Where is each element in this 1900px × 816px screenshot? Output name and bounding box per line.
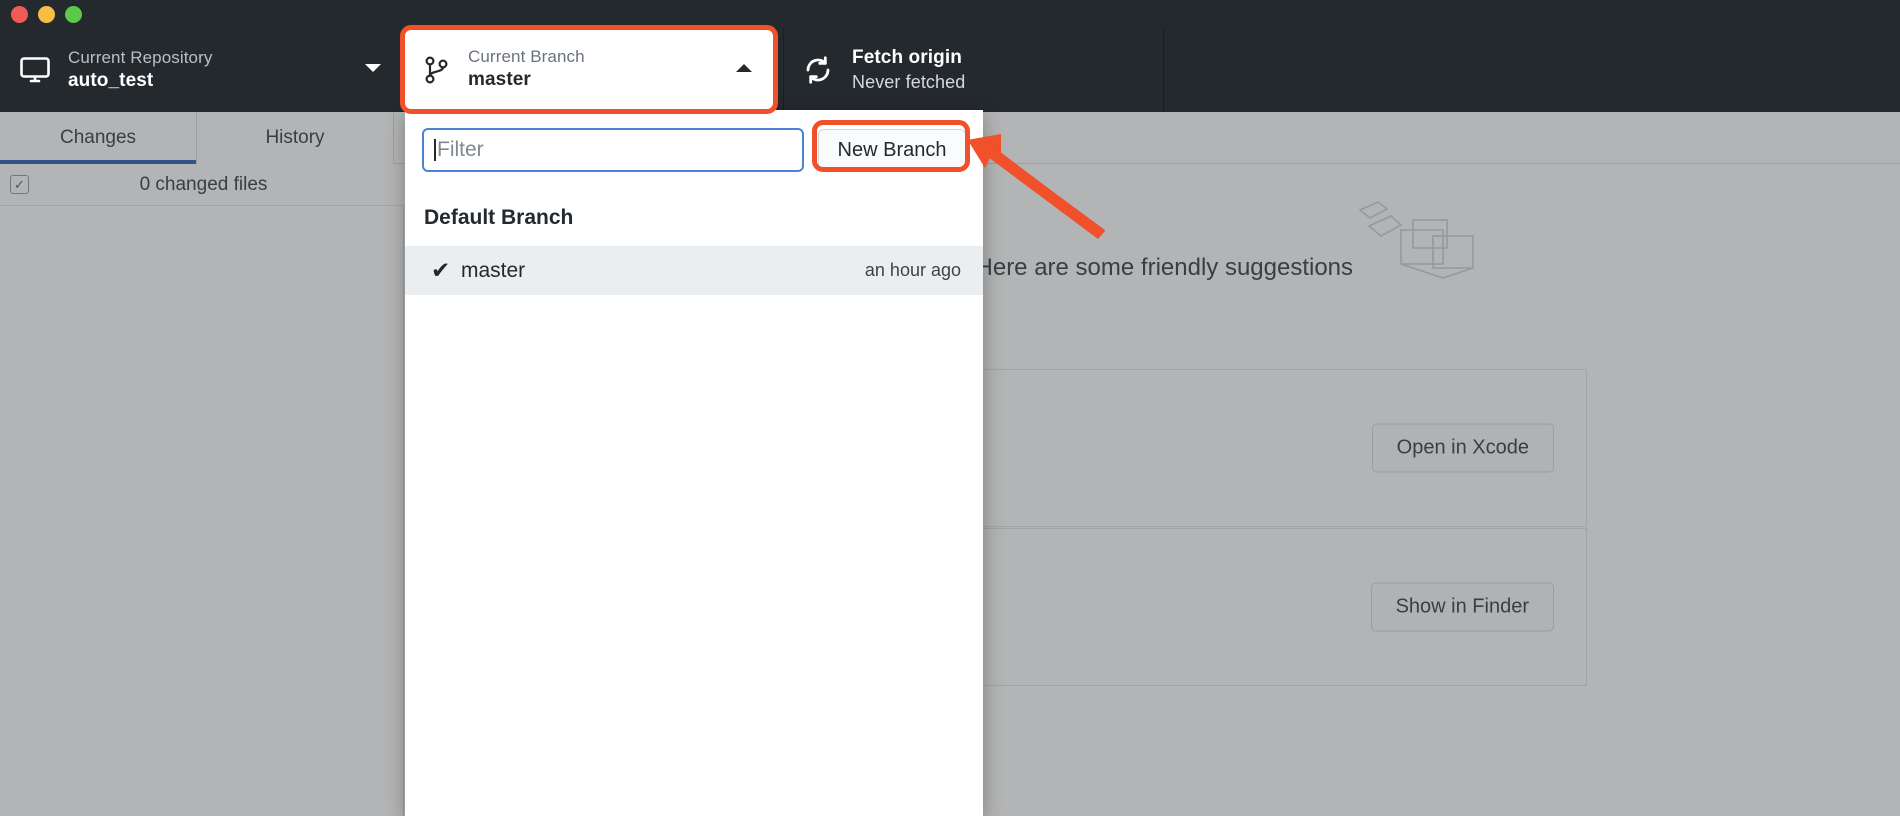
- current-repository-text: Current Repository auto_test: [68, 47, 212, 93]
- current-repository-label: Current Repository: [68, 47, 213, 67]
- chevron-down-icon: [363, 61, 383, 79]
- branch-filter-input[interactable]: Filter: [422, 128, 804, 172]
- toolbar-empty-area: [1164, 28, 1900, 112]
- repository-monitor-icon: [20, 57, 50, 83]
- branch-updated-time: an hour ago: [864, 260, 961, 280]
- minimize-window-icon[interactable]: [38, 5, 55, 23]
- current-branch-button[interactable]: Current Branch master: [404, 29, 774, 110]
- current-repository-value: auto_test: [68, 69, 154, 91]
- branch-icon: [424, 55, 450, 85]
- fetch-origin-status: Never fetched: [852, 71, 966, 92]
- fetch-origin-button[interactable]: Fetch origin Never fetched: [784, 28, 1164, 112]
- new-branch-button[interactable]: New Branch: [818, 129, 966, 171]
- macos-titlebar: [0, 0, 1900, 28]
- text-cursor-icon: [434, 139, 436, 161]
- app-toolbar: Current Repository auto_test Fetch origi…: [0, 28, 1900, 112]
- branch-list-item-master[interactable]: ✔ master an hour ago: [405, 246, 983, 295]
- sync-icon: [804, 56, 832, 84]
- fetch-origin-text: Fetch origin Never fetched: [852, 46, 965, 93]
- current-branch-text: Current Branch master: [468, 46, 585, 92]
- check-icon: ✔: [431, 257, 451, 283]
- close-window-icon[interactable]: [11, 5, 28, 23]
- branch-popover-header: Filter New Branch: [405, 110, 983, 184]
- branch-filter-placeholder: Filter: [437, 138, 484, 161]
- current-branch-value: master: [468, 69, 531, 91]
- github-desktop-window: Current Repository auto_test Fetch origi…: [0, 0, 1900, 816]
- current-repository-button[interactable]: Current Repository auto_test: [0, 28, 404, 112]
- zoom-window-icon[interactable]: [65, 5, 82, 23]
- traffic-light-group: [0, 5, 82, 23]
- branch-name-label: master: [461, 258, 526, 282]
- chevron-up-icon: [734, 61, 754, 79]
- current-branch-label: Current Branch: [468, 47, 585, 67]
- branch-group-title: Default Branch: [424, 206, 574, 229]
- branch-dropdown-popover: Filter New Branch Default Branch ✔ maste…: [405, 110, 983, 816]
- fetch-origin-label: Fetch origin: [852, 47, 962, 69]
